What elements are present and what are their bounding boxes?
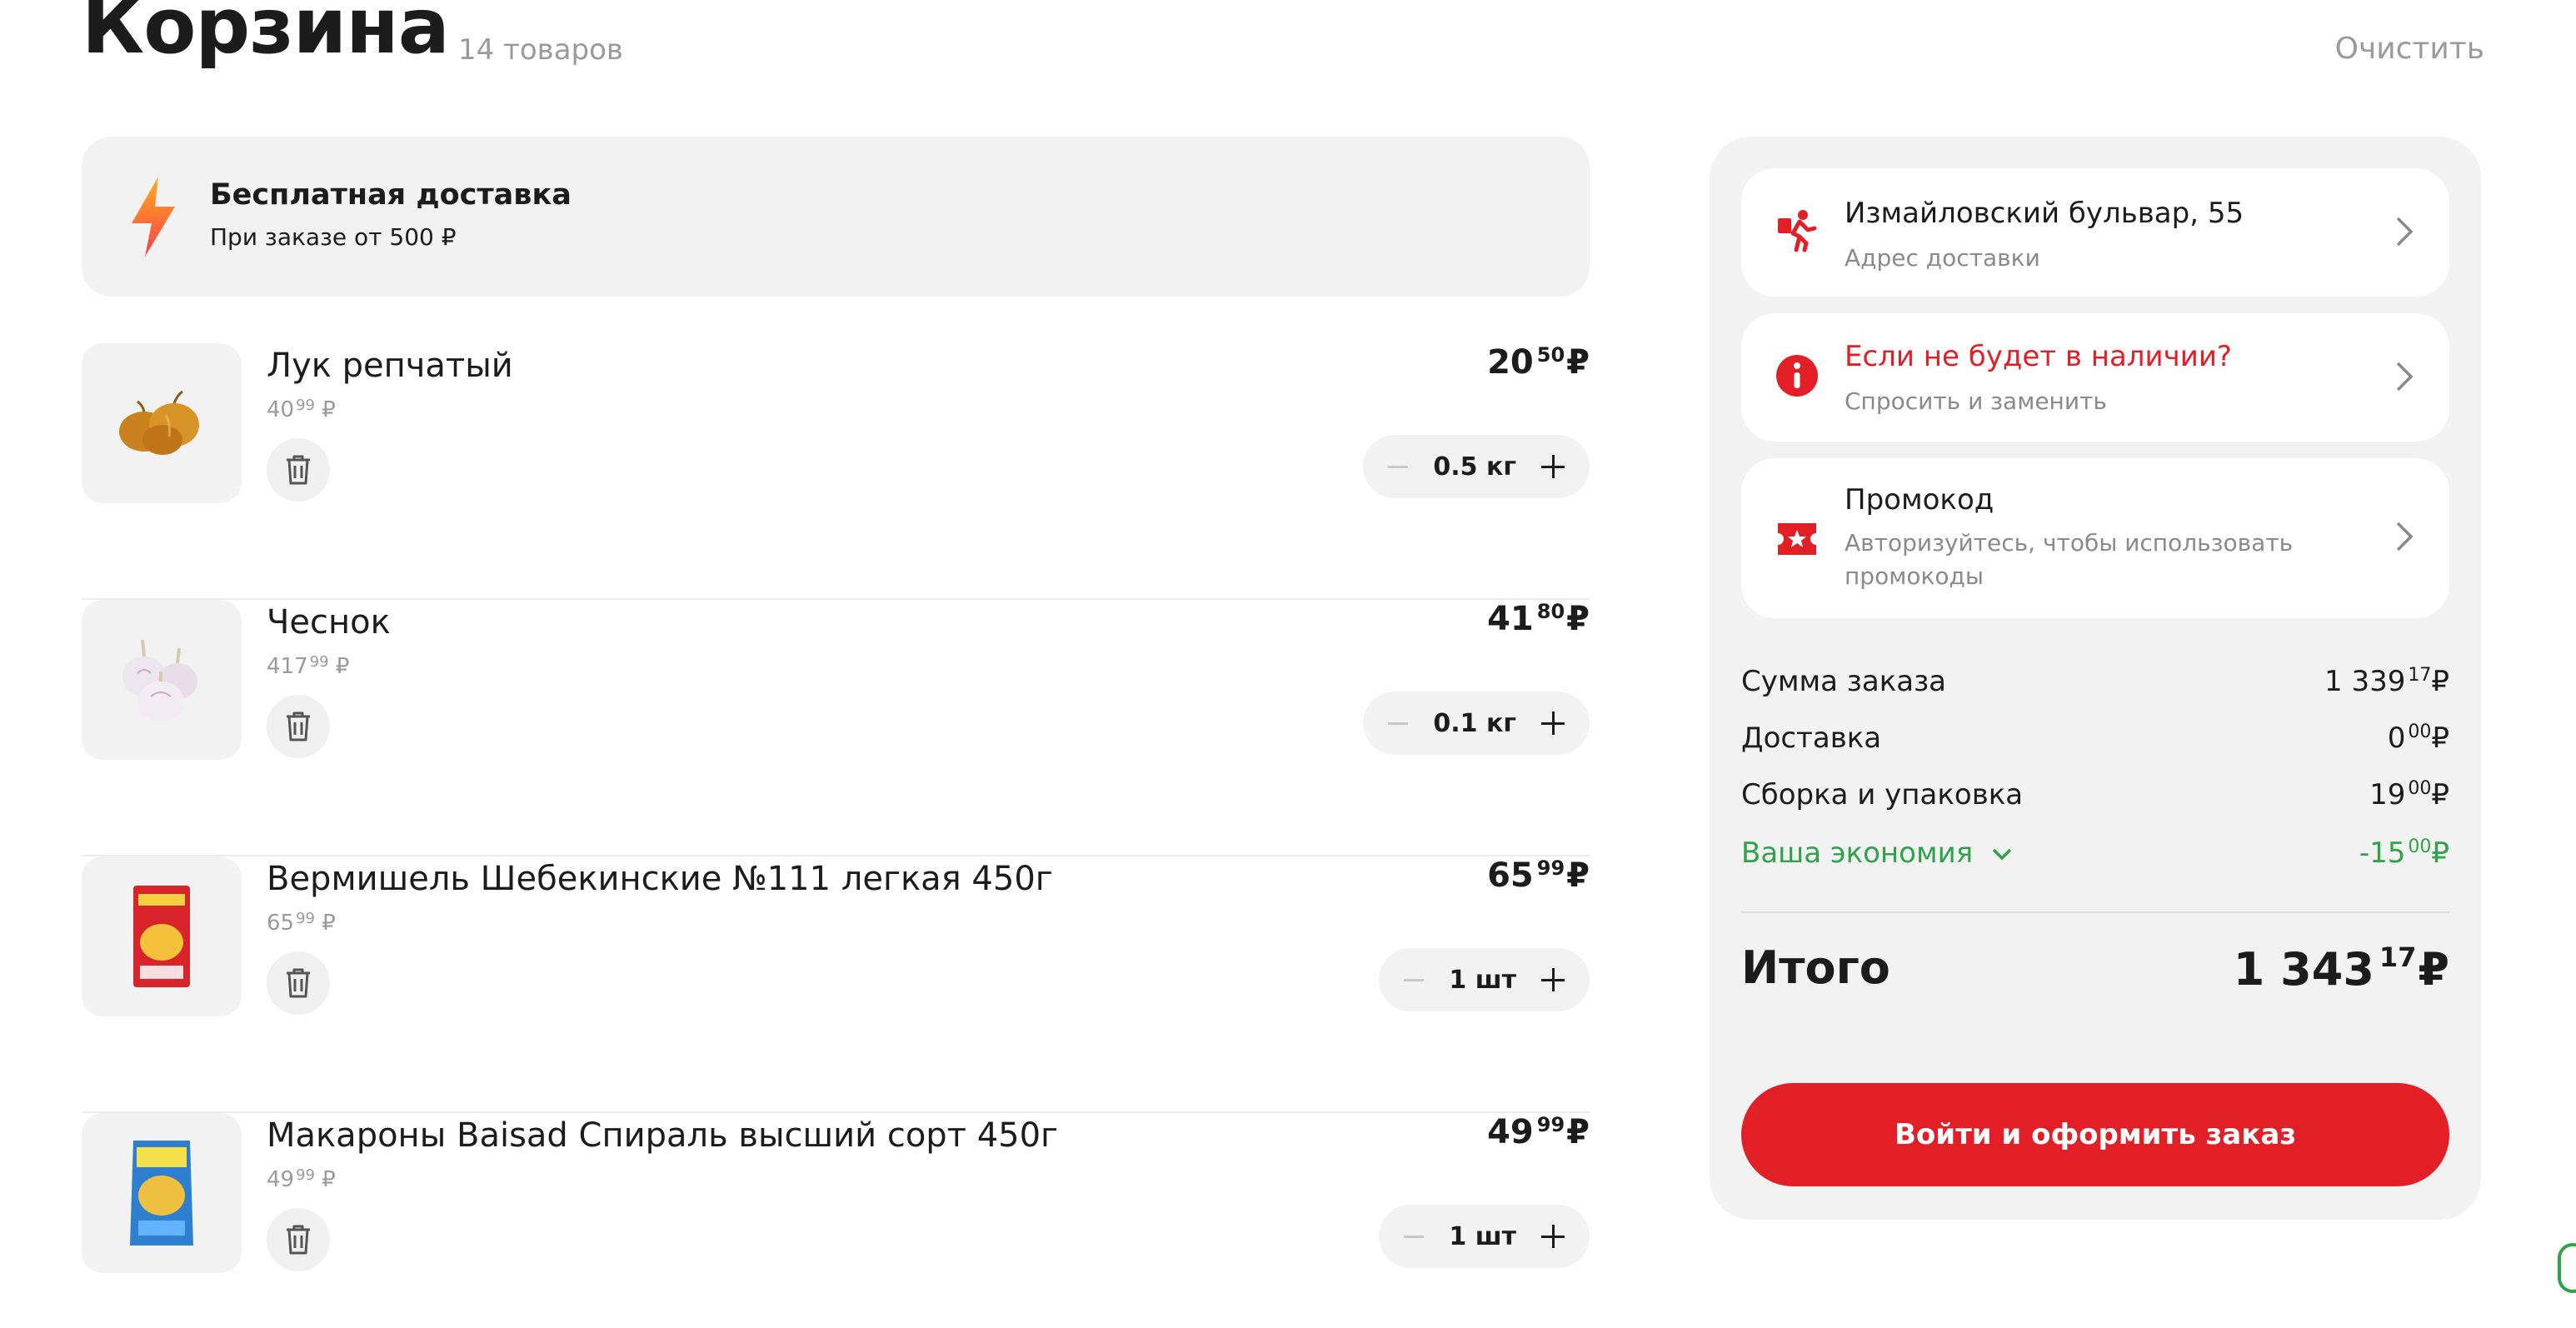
login-checkout-button[interactable]: Войти и оформить заказ [1741, 1083, 2449, 1186]
trash-icon [287, 1225, 310, 1255]
banner-title: Бесплатная доставка [210, 178, 572, 212]
clear-cart-button[interactable]: Очистить [2335, 32, 2484, 66]
product-image-onion[interactable] [82, 343, 242, 503]
increase-button[interactable] [1541, 455, 1565, 478]
total-value: 1 343 17₽ [2233, 941, 2449, 996]
savings-label[interactable]: Ваша экономия [1741, 836, 1973, 870]
product-name[interactable]: Чеснок [267, 603, 391, 642]
summary-divider [1741, 911, 2449, 913]
free-delivery-banner: Бесплатная доставка При заказе от 500 ₽ [82, 137, 1590, 297]
quantity-stepper: 0.5 кг [1363, 435, 1590, 498]
delivery-address-card[interactable]: Измайловский бульвар, 55 Адрес доставки [1741, 168, 2449, 297]
decrease-button[interactable] [1404, 978, 1425, 981]
promo-code-card[interactable]: Промокод Авторизуйтесь, чтобы использова… [1741, 458, 2449, 618]
out-of-stock-subtitle: Спросить и заменить [1845, 387, 2107, 415]
cart-item: Макароны Baisad Спираль высший сорт 450г… [82, 1113, 1590, 1328]
cart-item: Чеснок 417 99 ₽ 41 80₽ 0.1 кг [82, 600, 1590, 856]
quantity-stepper: 0.1 кг [1363, 691, 1590, 755]
trash-icon [287, 455, 310, 485]
remove-item-button[interactable] [267, 951, 330, 1015]
quantity-value: 1 шт [1449, 1221, 1516, 1251]
product-image-vermicelli-pack[interactable] [82, 856, 242, 1016]
item-price: 65 99₽ [1487, 856, 1590, 895]
floating-widget-edge[interactable] [2558, 1243, 2576, 1293]
quantity-stepper: 1 шт [1379, 1205, 1590, 1268]
trash-icon [287, 711, 310, 741]
cart-item-list: Лук репчатый 40 99 ₽ 20 50₽ 0.5 кг Чеснок … [82, 343, 1590, 1328]
page-title: Корзина [82, 0, 450, 71]
total-label: Итого [1741, 941, 1890, 994]
remove-item-button[interactable] [267, 1208, 330, 1271]
cart-item: Лук репчатый 40 99 ₽ 20 50₽ 0.5 кг [82, 343, 1590, 600]
promo-subtitle: Авторизуйтесь, чтобы использовать промок… [1845, 529, 2294, 590]
quantity-value: 0.1 кг [1433, 708, 1516, 738]
increase-button[interactable] [1541, 1225, 1565, 1248]
quantity-value: 0.5 кг [1433, 452, 1516, 482]
info-icon [1775, 353, 1820, 398]
chevron-right-icon [2396, 362, 2414, 392]
product-image-garlic[interactable] [82, 600, 242, 760]
chevron-down-icon [1992, 848, 2012, 861]
quantity-stepper: 1 шт [1379, 948, 1590, 1011]
banner-subtitle: При заказе от 500 ₽ [210, 223, 457, 251]
coupon-icon [1775, 517, 1820, 562]
unit-price: 65 99 ₽ [267, 910, 336, 936]
promo-title: Промокод [1845, 483, 1994, 517]
chevron-right-icon [2396, 217, 2414, 247]
out-of-stock-title: Если не будет в наличии? [1845, 340, 2232, 373]
product-image-pasta-pack[interactable] [82, 1113, 242, 1273]
product-name[interactable]: Лук репчатый [267, 347, 513, 385]
trash-icon [287, 968, 310, 998]
cart-item: Вермишель Шебекинские №111 легкая 450г 6… [82, 856, 1590, 1113]
product-name[interactable]: Вермишель Шебекинские №111 легкая 450г [267, 860, 1053, 898]
quantity-value: 1 шт [1449, 965, 1516, 995]
item-price: 49 99₽ [1487, 1113, 1590, 1151]
item-price: 20 50₽ [1487, 343, 1590, 382]
out-of-stock-card[interactable]: Если не будет в наличии? Спросить и заме… [1741, 313, 2449, 442]
chevron-right-icon [2396, 522, 2414, 552]
decrease-button[interactable] [1388, 721, 1409, 725]
item-price: 41 80₽ [1487, 600, 1590, 638]
order-summary-panel: Измайловский бульвар, 55 Адрес доставки … [1710, 137, 2481, 1220]
increase-button[interactable] [1541, 711, 1565, 735]
unit-price: 417 99 ₽ [267, 653, 350, 679]
unit-price: 40 99 ₽ [267, 397, 336, 422]
remove-item-button[interactable] [267, 438, 330, 502]
unit-price: 49 99 ₽ [267, 1166, 336, 1192]
increase-button[interactable] [1541, 968, 1565, 991]
item-count: 14 товаров [458, 33, 623, 67]
product-name[interactable]: Макароны Baisad Спираль высший сорт 450г [267, 1116, 1058, 1155]
address-title: Измайловский бульвар, 55 [1845, 197, 2244, 230]
decrease-button[interactable] [1404, 1235, 1425, 1238]
decrease-button[interactable] [1388, 465, 1409, 468]
courier-icon [1775, 208, 1820, 253]
lightning-icon [132, 177, 175, 257]
address-subtitle: Адрес доставки [1845, 244, 2040, 272]
remove-item-button[interactable] [267, 695, 330, 758]
